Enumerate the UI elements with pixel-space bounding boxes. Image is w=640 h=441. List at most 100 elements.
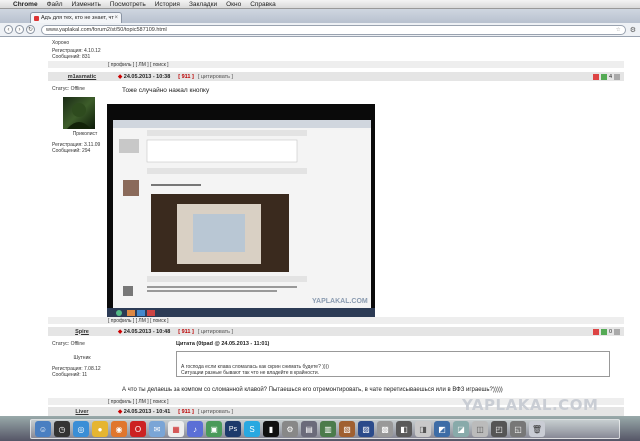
skype-icon[interactable]: S [244, 421, 260, 437]
post-rating: 4 [592, 73, 620, 80]
favicon-icon [34, 15, 39, 21]
star-icon[interactable]: ☆ [616, 27, 621, 33]
post-image[interactable]: YAPLAKAL.COM [107, 104, 375, 318]
app-icon-generic[interactable]: ▨ [358, 421, 374, 437]
post-author-link[interactable]: Spire [52, 329, 112, 335]
post-date: ◆ 24.05.2013 - 10:38 [118, 74, 170, 80]
post-header: m1asmatic ◆ 24.05.2013 - 10:38 [ 911 ] [… [48, 72, 624, 81]
mac-menubar: Chrome Файл Изменить Посмотреть История … [0, 0, 640, 9]
dock-shelf: ☺ ◷ ◎ ● ◉ O ✉ ▦ ♪ ▣ Ps S ▮ ⚙ ▤ ▥ ▧ ▨ ▩ ◧… [30, 419, 620, 439]
screenshot-watermark: YAPLAKAL.COM [312, 298, 368, 305]
page-right-margin [624, 37, 640, 416]
cite-link[interactable]: [ цитировать ] [198, 409, 233, 415]
post1-status: Статус: Offline [52, 86, 112, 92]
prev-messages: Сообщений: 831 [52, 54, 91, 60]
app-icon-generic[interactable]: ▩ [377, 421, 393, 437]
cite-link[interactable]: [ цитировать ] [198, 329, 233, 335]
post1-footer[interactable]: [ профиль ] [ ЛМ ] [ поиск ] [48, 317, 624, 324]
rate-up-icon[interactable] [600, 328, 607, 335]
prev-author-line: Хороно [52, 40, 70, 46]
menu-bookmarks[interactable]: Закладки [189, 1, 217, 8]
forum-page: Хороно Регистрация: 4.10.12 Сообщений: 8… [0, 37, 640, 416]
close-tab-icon[interactable]: × [114, 15, 118, 21]
safari-icon[interactable]: ◎ [73, 421, 89, 437]
prev-post-footer[interactable]: [ профиль ] [ ЛМ ] [ поиск ] [48, 61, 624, 68]
photoshop-icon[interactable]: Ps [225, 421, 241, 437]
app-icon-generic[interactable]: ◪ [453, 421, 469, 437]
reload-icon[interactable]: ↻ [26, 25, 35, 34]
menu-edit[interactable]: Изменить [72, 1, 101, 8]
report-icon[interactable] [614, 328, 620, 335]
rate-down-icon[interactable] [592, 73, 599, 80]
opera-icon[interactable]: O [130, 421, 146, 437]
prev-post-author-info: Хороно Регистрация: 4.10.12 Сообщений: 8… [52, 40, 112, 60]
post-id[interactable]: [ 911 ] [178, 329, 194, 335]
post-rating: 0 [592, 328, 620, 335]
browser-toolbar: ‹ › ↻ www.yaplakal.com/forum2/st/50/topi… [0, 23, 640, 37]
post-author-link[interactable]: Liver [52, 409, 112, 415]
post1-author-info: Статус: Offline [52, 86, 112, 92]
forward-icon[interactable]: › [15, 25, 24, 34]
cite-link[interactable]: [ цитировать ] [198, 74, 233, 80]
firefox-icon[interactable]: ◉ [111, 421, 127, 437]
tab-strip: Адъ для тех, кто не знает, что тако × [0, 9, 640, 23]
quote-block: А господа если клава сломалась как скрин… [176, 351, 610, 377]
terminal-icon[interactable]: ▮ [263, 421, 279, 437]
trash-icon[interactable]: 🗑 [529, 421, 545, 437]
tab-title: Адъ для тех, кто не знает, что тако [41, 15, 114, 21]
ical-icon[interactable]: ▦ [168, 421, 184, 437]
back-icon[interactable]: ‹ [4, 25, 13, 34]
dashboard-icon[interactable]: ◷ [54, 421, 70, 437]
menu-history[interactable]: История [155, 1, 180, 8]
app-icon-generic[interactable]: ◰ [491, 421, 507, 437]
browser-tab[interactable]: Адъ для тех, кто не знает, что тако × [30, 12, 122, 23]
post-date-text: 24.05.2013 - 10:38 [123, 73, 171, 80]
post2-text: А что ты делаешь за компом со сломанной … [122, 387, 503, 393]
app-icon-generic[interactable]: ◧ [396, 421, 412, 437]
rate-up-icon[interactable] [600, 73, 607, 80]
url-text: www.yaplakal.com/forum2/st/50/topic58710… [46, 26, 167, 33]
avatar-image [67, 103, 91, 129]
menu-chrome[interactable]: Chrome [13, 1, 38, 8]
app-icon-generic[interactable]: ◱ [510, 421, 526, 437]
menu-window[interactable]: Окно [226, 1, 241, 8]
menu-help[interactable]: Справка [250, 1, 276, 8]
rate-down-icon[interactable] [592, 328, 599, 335]
quote-line-2: Ситуации разные бывают так что не владей… [181, 370, 320, 376]
post-date: ◆ 24.05.2013 - 10:48 [118, 329, 170, 335]
preferences-icon[interactable]: ⚙ [282, 421, 298, 437]
app-icon-generic[interactable]: ◫ [472, 421, 488, 437]
nested-screenshot [107, 104, 375, 318]
address-bar[interactable]: www.yaplakal.com/forum2/st/50/topic58710… [41, 24, 626, 35]
post-date: ◆ 24.05.2013 - 10:41 [118, 409, 170, 415]
post-id[interactable]: [ 911 ] [178, 74, 194, 80]
post-author-link[interactable]: m1asmatic [52, 74, 112, 80]
status-text: Статус: Offline [52, 86, 85, 92]
post2-rank: Шутник [73, 355, 91, 361]
post1-rank: Приколист [72, 131, 98, 137]
app-icon-generic[interactable]: ▤ [301, 421, 317, 437]
post2-messages: Сообщений: 11 [52, 372, 88, 378]
quote-header: Цитата (0tpad @ 24.05.2013 - 11:01) [176, 341, 270, 347]
app-icon-generic[interactable]: ▧ [339, 421, 355, 437]
app-icon-generic[interactable]: ▥ [320, 421, 336, 437]
app-icon-generic[interactable]: ◨ [415, 421, 431, 437]
post2-author-info: Статус: Offline Шутник Регистрация: 7.08… [52, 341, 112, 378]
post-header: Spire ◆ 24.05.2013 - 10:48 [ 911 ] [ цит… [48, 327, 624, 336]
finder-icon[interactable]: ☺ [35, 421, 51, 437]
mac-dock: ☺ ◷ ◎ ● ◉ O ✉ ▦ ♪ ▣ Ps S ▮ ⚙ ▤ ▥ ▧ ▨ ▩ ◧… [0, 416, 640, 441]
post1-messages: Сообщений: 294 [52, 148, 91, 154]
site-watermark: YAPLAKAL.COM [462, 396, 599, 414]
chrome-icon[interactable]: ● [92, 421, 108, 437]
wrench-icon[interactable]: ⚙ [630, 26, 636, 34]
menu-file[interactable]: Файл [47, 1, 63, 8]
post-id[interactable]: [ 911 ] [178, 409, 194, 415]
itunes-icon[interactable]: ♪ [187, 421, 203, 437]
app-icon-generic[interactable]: ◩ [434, 421, 450, 437]
mail-icon[interactable]: ✉ [149, 421, 165, 437]
avatar[interactable] [63, 97, 95, 129]
report-icon[interactable] [614, 73, 620, 80]
iphoto-icon[interactable]: ▣ [206, 421, 222, 437]
post1-text: Тоже случайно нажал кнопку [122, 87, 210, 94]
menu-view[interactable]: Посмотреть [110, 1, 146, 8]
